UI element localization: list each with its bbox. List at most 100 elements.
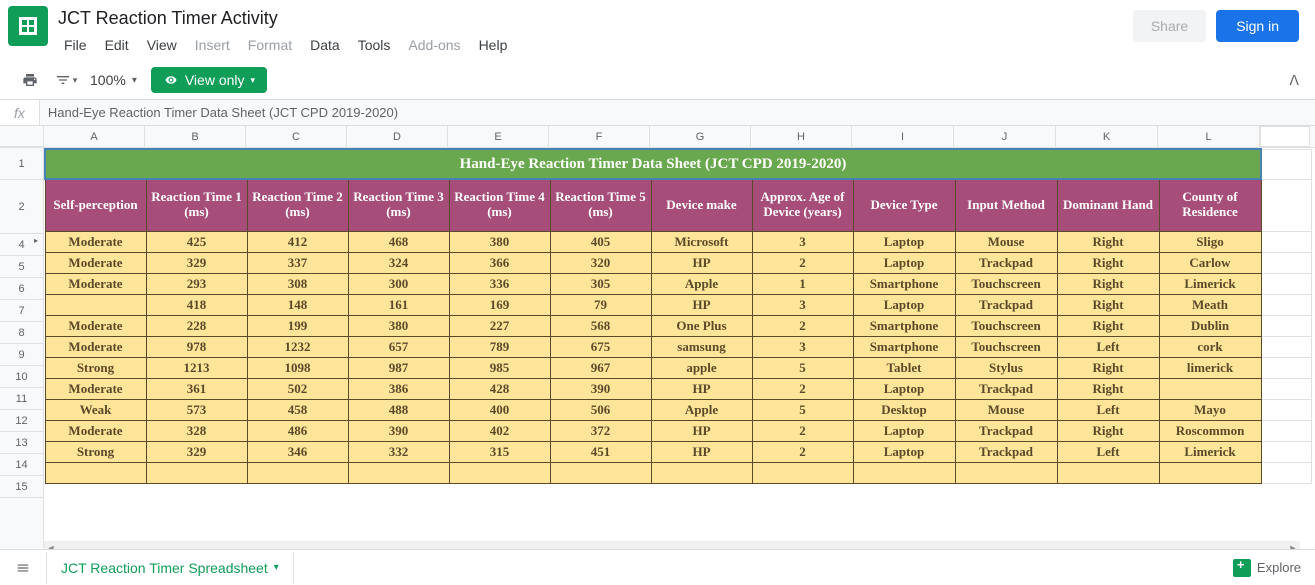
cell[interactable] (1159, 462, 1261, 483)
cell[interactable] (651, 462, 752, 483)
cell[interactable]: Tablet (853, 357, 955, 378)
cell[interactable] (752, 462, 853, 483)
menu-help[interactable]: Help (471, 33, 516, 57)
cell[interactable]: Moderate (45, 231, 146, 252)
col-header-9[interactable]: Input Method (955, 179, 1057, 231)
row-header-12[interactable]: 12 (0, 410, 43, 432)
cell[interactable] (247, 462, 348, 483)
column-header-f[interactable]: F (549, 126, 650, 147)
sheets-logo[interactable] (8, 6, 48, 46)
cell[interactable]: 418 (146, 294, 247, 315)
cell[interactable]: Smartphone (853, 336, 955, 357)
cell[interactable]: Laptop (853, 441, 955, 462)
cell[interactable] (45, 462, 146, 483)
cell[interactable]: Limerick (1159, 441, 1261, 462)
column-header-j[interactable]: J (954, 126, 1056, 147)
cell[interactable]: 5 (752, 357, 853, 378)
cell[interactable]: 346 (247, 441, 348, 462)
sheet-tab[interactable]: JCT Reaction Timer Spreadsheet ▾ (46, 552, 294, 584)
cell[interactable]: 380 (348, 315, 449, 336)
column-header-d[interactable]: D (347, 126, 448, 147)
cell[interactable]: 2 (752, 315, 853, 336)
explore-button[interactable]: Explore (1219, 559, 1315, 577)
cell[interactable]: cork (1159, 336, 1261, 357)
cell[interactable]: 412 (247, 231, 348, 252)
col-header-4[interactable]: Reaction Time 4 (ms) (449, 179, 550, 231)
print-icon[interactable] (18, 68, 42, 92)
cell[interactable]: Right (1057, 315, 1159, 336)
cell[interactable]: 332 (348, 441, 449, 462)
cell[interactable]: 428 (449, 378, 550, 399)
col-header-5[interactable]: Reaction Time 5 (ms) (550, 179, 651, 231)
cell[interactable]: Left (1057, 336, 1159, 357)
row-header-6[interactable]: 6 (0, 278, 43, 300)
cell[interactable]: Right (1057, 273, 1159, 294)
cell[interactable] (853, 462, 955, 483)
sheet-tab-dropdown-icon[interactable]: ▾ (274, 562, 279, 573)
cell[interactable]: Trackpad (955, 441, 1057, 462)
cell[interactable]: HP (651, 252, 752, 273)
col-header-0[interactable]: Self-perception (45, 179, 146, 231)
cell[interactable]: Smartphone (853, 273, 955, 294)
cell[interactable]: 148 (247, 294, 348, 315)
cell[interactable]: 315 (449, 441, 550, 462)
cell[interactable]: HP (651, 294, 752, 315)
cell[interactable]: Touchscreen (955, 336, 1057, 357)
cell[interactable]: 324 (348, 252, 449, 273)
cell[interactable]: 3 (752, 231, 853, 252)
cell[interactable]: 308 (247, 273, 348, 294)
cell[interactable]: Right (1057, 420, 1159, 441)
cell[interactable]: HP (651, 441, 752, 462)
cell[interactable]: Left (1057, 399, 1159, 420)
zoom-dropdown-icon[interactable]: ▾ (132, 75, 137, 86)
formula-bar-input[interactable]: Hand-Eye Reaction Timer Data Sheet (JCT … (40, 100, 1315, 125)
document-title[interactable]: JCT Reaction Timer Activity (56, 6, 1133, 31)
row-header-8[interactable]: 8 (0, 322, 43, 344)
cell[interactable]: Moderate (45, 378, 146, 399)
cell[interactable]: 2 (752, 378, 853, 399)
row-header-13[interactable]: 13 (0, 432, 43, 454)
column-header-b[interactable]: B (145, 126, 246, 147)
cell[interactable]: 329 (146, 252, 247, 273)
menu-data[interactable]: Data (302, 33, 348, 57)
cell[interactable]: 329 (146, 441, 247, 462)
cell[interactable]: 502 (247, 378, 348, 399)
cell[interactable]: Stylus (955, 357, 1057, 378)
cell[interactable]: One Plus (651, 315, 752, 336)
cell[interactable] (348, 462, 449, 483)
row-header-11[interactable]: 11 (0, 388, 43, 410)
cell[interactable]: Moderate (45, 336, 146, 357)
cell[interactable]: Limerick (1159, 273, 1261, 294)
cell[interactable]: 568 (550, 315, 651, 336)
cell[interactable]: HP (651, 378, 752, 399)
cell[interactable]: Right (1057, 357, 1159, 378)
column-header-l[interactable]: L (1158, 126, 1260, 147)
col-header-7[interactable]: Approx. Age of Device (years) (752, 179, 853, 231)
col-header-10[interactable]: Dominant Hand (1057, 179, 1159, 231)
cell[interactable]: apple (651, 357, 752, 378)
cell[interactable]: 336 (449, 273, 550, 294)
cell[interactable]: HP (651, 420, 752, 441)
cell[interactable]: Dublin (1159, 315, 1261, 336)
filter-icon[interactable]: ▾ (54, 68, 78, 92)
cell[interactable]: Mouse (955, 231, 1057, 252)
cell[interactable]: Trackpad (955, 420, 1057, 441)
cell[interactable]: 169 (449, 294, 550, 315)
all-sheets-icon[interactable] (0, 561, 46, 575)
cell[interactable]: Desktop (853, 399, 955, 420)
row-header-7[interactable]: 7 (0, 300, 43, 322)
cell[interactable]: 337 (247, 252, 348, 273)
cell[interactable]: Strong (45, 441, 146, 462)
column-header-i[interactable]: I (852, 126, 954, 147)
select-all-corner[interactable] (0, 126, 44, 147)
cell[interactable]: Trackpad (955, 294, 1057, 315)
col-header-2[interactable]: Reaction Time 2 (ms) (247, 179, 348, 231)
cell[interactable]: Trackpad (955, 252, 1057, 273)
cell[interactable]: Weak (45, 399, 146, 420)
cell[interactable]: Roscommon (1159, 420, 1261, 441)
column-header-e[interactable]: E (448, 126, 549, 147)
column-header-extra[interactable] (1260, 126, 1310, 147)
collapse-toolbar-icon[interactable]: ᐱ (1289, 72, 1307, 89)
cell[interactable]: 573 (146, 399, 247, 420)
cell[interactable]: 199 (247, 315, 348, 336)
